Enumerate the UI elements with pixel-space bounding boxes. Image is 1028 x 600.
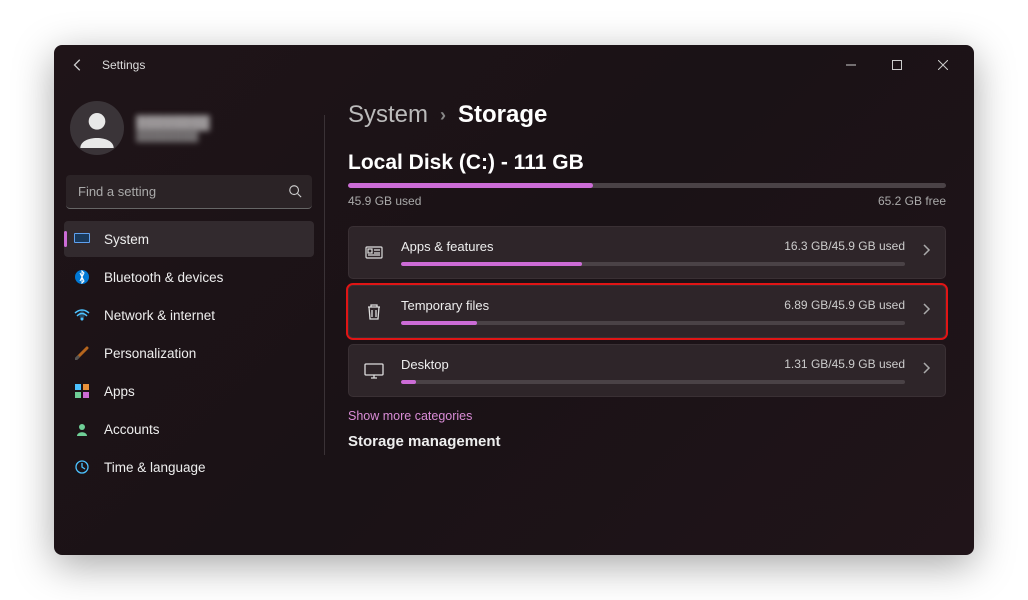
app-title: Settings	[102, 58, 145, 72]
category-row-temporary-files[interactable]: Temporary files 6.89 GB/45.9 GB used	[348, 285, 946, 338]
nav-icon	[74, 421, 90, 437]
window-controls	[828, 49, 966, 81]
back-button[interactable]	[62, 49, 94, 81]
search-input[interactable]	[66, 175, 312, 209]
apps-icon	[363, 244, 385, 262]
disk-used-label: 45.9 GB used	[348, 194, 421, 208]
sidebar-item-network-internet[interactable]: Network & internet	[64, 297, 314, 333]
nav-label: System	[104, 232, 149, 247]
category-bar	[401, 380, 905, 384]
profile-email: ████████	[136, 130, 210, 142]
chevron-right-icon: ›	[440, 105, 446, 126]
category-bar	[401, 321, 905, 325]
sidebar-item-bluetooth-devices[interactable]: Bluetooth & devices	[64, 259, 314, 295]
nav-icon	[74, 269, 90, 285]
sidebar: ████████ ████████ System Bluetooth & devi…	[54, 85, 324, 555]
disk-stats: 45.9 GB used 65.2 GB free	[336, 194, 946, 226]
titlebar: Settings	[54, 45, 974, 85]
nav-icon	[74, 231, 90, 247]
profile[interactable]: ████████ ████████	[64, 93, 314, 171]
nav-label: Time & language	[104, 460, 206, 475]
disk-free-label: 65.2 GB free	[878, 194, 946, 208]
show-more-link[interactable]: Show more categories	[336, 397, 946, 433]
breadcrumb-current: Storage	[458, 101, 547, 129]
category-row-desktop[interactable]: Desktop 1.31 GB/45.9 GB used	[348, 344, 946, 397]
category-list: Apps & features 16.3 GB/45.9 GB used Tem…	[336, 226, 946, 397]
settings-window: Settings ████████ ████████	[54, 45, 974, 555]
trash-icon	[363, 303, 385, 321]
chevron-right-icon	[921, 361, 931, 380]
nav-icon	[74, 345, 90, 361]
category-name: Desktop	[401, 357, 449, 372]
category-name: Temporary files	[401, 298, 489, 313]
breadcrumb-parent[interactable]: System	[348, 101, 428, 129]
breadcrumb: System › Storage	[336, 101, 946, 129]
search-box	[66, 175, 312, 209]
sidebar-item-accounts[interactable]: Accounts	[64, 411, 314, 447]
search-icon	[288, 184, 302, 203]
nav-icon	[74, 307, 90, 323]
nav: System Bluetooth & devices Network & inter…	[64, 221, 314, 485]
chevron-right-icon	[921, 243, 931, 262]
category-size: 16.3 GB/45.9 GB used	[784, 239, 905, 254]
minimize-button[interactable]	[828, 49, 874, 81]
sidebar-item-system[interactable]: System	[64, 221, 314, 257]
profile-name: ████████	[136, 115, 210, 130]
maximize-button[interactable]	[874, 49, 920, 81]
category-row-apps-features[interactable]: Apps & features 16.3 GB/45.9 GB used	[348, 226, 946, 279]
nav-label: Accounts	[104, 422, 160, 437]
nav-label: Apps	[104, 384, 135, 399]
avatar	[70, 101, 124, 155]
nav-icon	[74, 459, 90, 475]
nav-label: Bluetooth & devices	[104, 270, 223, 285]
close-button[interactable]	[920, 49, 966, 81]
category-bar	[401, 262, 905, 266]
main-content: System › Storage Local Disk (C:) - 111 G…	[324, 85, 974, 555]
category-size: 6.89 GB/45.9 GB used	[784, 298, 905, 313]
category-name: Apps & features	[401, 239, 494, 254]
disk-title: Local Disk (C:) - 111 GB	[336, 151, 946, 175]
disk-usage-bar	[348, 183, 946, 188]
sidebar-item-apps[interactable]: Apps	[64, 373, 314, 409]
section-heading: Storage management	[336, 433, 946, 450]
nav-label: Network & internet	[104, 308, 215, 323]
nav-label: Personalization	[104, 346, 196, 361]
sidebar-item-personalization[interactable]: Personalization	[64, 335, 314, 371]
sidebar-item-time-language[interactable]: Time & language	[64, 449, 314, 485]
chevron-right-icon	[921, 302, 931, 321]
nav-icon	[74, 383, 90, 399]
desktop-icon	[363, 363, 385, 379]
category-size: 1.31 GB/45.9 GB used	[784, 357, 905, 372]
